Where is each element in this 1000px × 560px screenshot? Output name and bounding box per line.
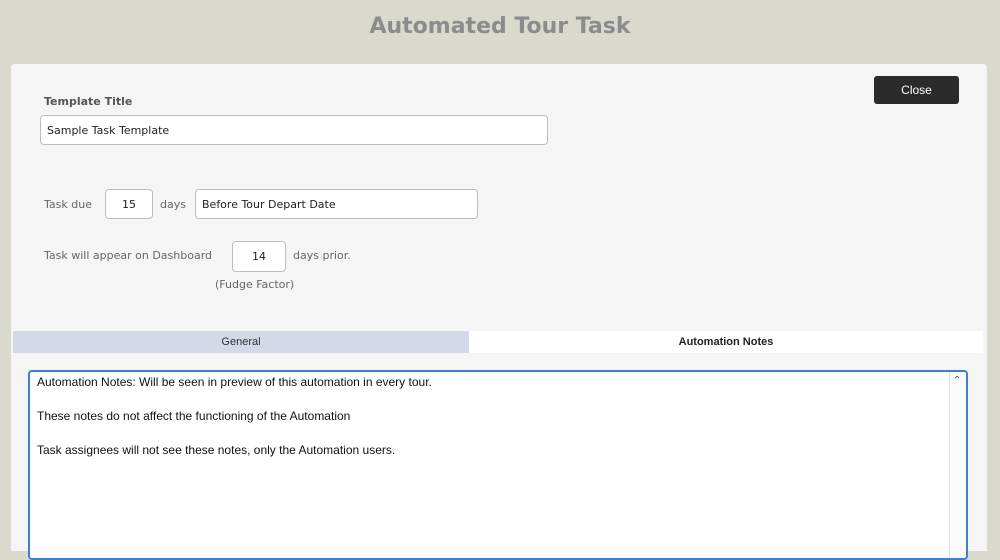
- tab-automation-notes[interactable]: Automation Notes: [469, 331, 983, 353]
- close-button[interactable]: Close: [874, 76, 959, 104]
- tab-general[interactable]: General: [13, 331, 469, 353]
- due-days-input[interactable]: [105, 189, 153, 219]
- tab-bar: General Automation Notes: [13, 331, 983, 353]
- task-panel: Close Template Title Task due days Task …: [11, 64, 987, 560]
- days-prior-label: days prior.: [293, 249, 351, 262]
- scroll-up-icon[interactable]: ⌃: [953, 376, 961, 386]
- template-title-label: Template Title: [44, 95, 133, 108]
- due-timing-input[interactable]: [195, 189, 478, 219]
- days-label: days: [160, 198, 186, 211]
- task-due-label: Task due: [44, 198, 92, 211]
- automation-notes-textarea[interactable]: Automation Notes: Will be seen in previe…: [28, 370, 968, 560]
- fudge-factor-label: (Fudge Factor): [215, 278, 295, 291]
- notes-scrollbar[interactable]: ⌃: [949, 372, 966, 558]
- page-title: Automated Tour Task: [369, 14, 631, 39]
- notes-line: Task assignees will not see these notes,…: [37, 443, 396, 457]
- notes-line: Automation Notes: Will be seen in previe…: [37, 375, 432, 389]
- template-title-input[interactable]: [40, 115, 548, 145]
- notes-line: These notes do not affect the functionin…: [37, 409, 351, 423]
- prior-days-input[interactable]: [232, 241, 286, 272]
- dashboard-appear-label: Task will appear on Dashboard: [44, 249, 213, 262]
